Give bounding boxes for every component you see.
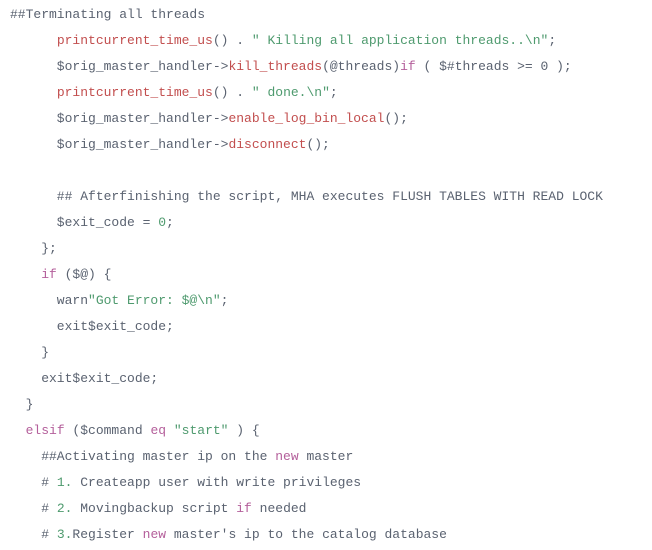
code-line: # 1. Createapp user with write privilege…	[10, 475, 361, 490]
code-line: exit$exit_code;	[10, 319, 174, 334]
code-line: $exit_code = 0;	[10, 215, 174, 230]
code-line: $orig_master_handler->kill_threads(@thre…	[10, 59, 572, 74]
code-line: printcurrent_time_us() . " Killing all a…	[10, 33, 556, 48]
code-line: elsif ($command eq "start" ) {	[10, 423, 260, 438]
code-line: warn"Got Error: $@\n";	[10, 293, 228, 308]
code-line: }	[10, 345, 49, 360]
code-line: ##Terminating all threads	[10, 7, 205, 22]
code-line: $orig_master_handler->enable_log_bin_loc…	[10, 111, 408, 126]
code-line: # 3.Register new master's ip to the cata…	[10, 527, 447, 542]
code-line: }	[10, 397, 33, 412]
code-line: $orig_master_handler->disconnect();	[10, 137, 330, 152]
code-line: # 2. Movingbackup script if needed	[10, 501, 306, 516]
code-line: ## Afterfinishing the script, MHA execut…	[10, 189, 603, 204]
code-line: ##Activating master ip on the new master	[10, 449, 353, 464]
code-line: exit$exit_code;	[10, 371, 158, 386]
code-line: if ($@) {	[10, 267, 111, 282]
code-line: };	[10, 241, 57, 256]
code-line: printcurrent_time_us() . " done.\n";	[10, 85, 338, 100]
code-block: ##Terminating all threads printcurrent_t…	[0, 0, 652, 550]
